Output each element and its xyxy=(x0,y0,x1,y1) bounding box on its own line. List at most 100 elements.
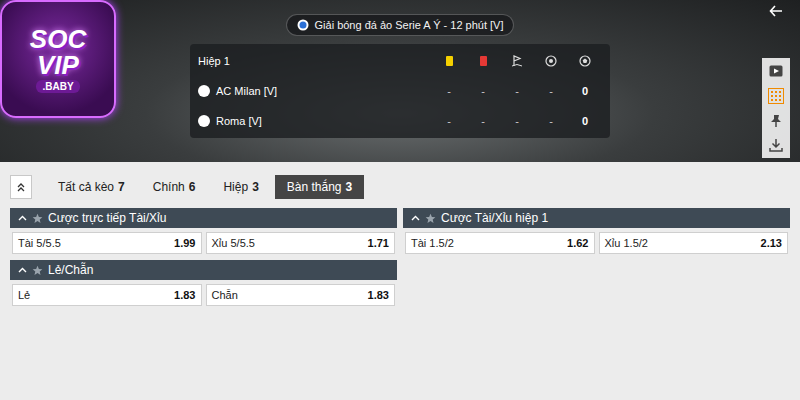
market-header[interactable]: Cược trực tiếp Tài/Xỉu xyxy=(10,208,397,228)
team-stat: - xyxy=(500,115,534,127)
pin-icon[interactable] xyxy=(769,114,783,128)
market-tab[interactable]: Hiệp 3 xyxy=(211,175,270,199)
logo-text: VIP xyxy=(37,52,79,78)
market-header[interactable]: Lẻ/Chẵn xyxy=(10,260,397,280)
market: Cược Tài/Xỉu hiệp 1 Tài 1.5/2 1.62 Xỉu 1.5/… xyxy=(403,208,790,254)
chevron-icon[interactable] xyxy=(18,214,27,223)
logo-badge: .BABY xyxy=(36,80,79,93)
market-tab[interactable]: Chính 6 xyxy=(141,175,208,199)
odds-price: 1.83 xyxy=(174,289,195,301)
market-title: Lẻ/Chẵn xyxy=(48,263,93,277)
tool-panel xyxy=(762,58,790,158)
league-icon xyxy=(297,19,309,31)
star-icon[interactable] xyxy=(425,213,436,224)
stat-column xyxy=(500,55,534,67)
odds-label: Tài 1.5/2 xyxy=(411,237,454,249)
team-dot xyxy=(198,85,210,97)
odds-row: Tài 1.5/2 1.62 Xỉu 1.5/2 2.13 xyxy=(403,228,790,254)
team-name: Roma [V] xyxy=(198,115,432,127)
back-arrow-icon[interactable] xyxy=(769,4,783,18)
star-icon[interactable] xyxy=(32,213,43,224)
market-tab[interactable]: Tất cả kèo7 xyxy=(46,175,137,199)
team-stat: - xyxy=(466,115,500,127)
team-stat: - xyxy=(534,115,568,127)
odds-button[interactable]: Chẵn 1.83 xyxy=(206,284,396,306)
stat-column xyxy=(432,56,466,66)
tab-label: Tất cả kèo xyxy=(58,180,114,194)
tab-count: 6 xyxy=(189,180,196,194)
team-stat: - xyxy=(466,85,500,97)
logo-text: SOC xyxy=(30,26,86,52)
market-title: Cược trực tiếp Tài/Xỉu xyxy=(48,211,166,225)
odds-price: 1.62 xyxy=(567,237,588,249)
odds-row: Tài 5/5.5 1.99 Xỉu 5/5.5 1.71 xyxy=(10,228,397,254)
tab-count: 3 xyxy=(346,180,353,194)
logo[interactable]: SOCVIP .BABY xyxy=(0,0,116,118)
star-icon[interactable] xyxy=(32,265,43,276)
collapse-button[interactable] xyxy=(10,175,32,199)
odds-row: Lẻ 1.83 Chẵn 1.83 xyxy=(10,280,397,306)
betting-area: Tất cả kèo7 Chính 6 Hiệp 3 Bàn thắng 3 Cược trự… xyxy=(0,162,800,400)
team-row: Roma [V]----0 xyxy=(198,106,602,136)
odds-price: 1.99 xyxy=(174,237,195,249)
market-title: Cược Tài/Xỉu hiệp 1 xyxy=(441,211,548,225)
odds-label: Lẻ xyxy=(18,289,30,301)
market-column: Cược Tài/Xỉu hiệp 1 Tài 1.5/2 1.62 Xỉu 1.5/… xyxy=(403,208,790,306)
download-icon[interactable] xyxy=(769,138,783,152)
team-stat: - xyxy=(500,85,534,97)
market: Lẻ/Chẵn Lẻ 1.83 Chẵn 1.83 xyxy=(10,260,397,306)
penalty-icon xyxy=(545,55,557,67)
page: SOCVIP .BABY Giải bóng đá ảo Serie A Ý - 1… xyxy=(0,0,800,400)
red-card-icon xyxy=(480,56,487,66)
yellow-card-icon xyxy=(446,56,453,66)
chevron-icon[interactable] xyxy=(18,266,27,275)
double-chevron-up-icon xyxy=(16,182,26,192)
tab-label: Bàn thắng xyxy=(287,180,342,194)
odds-price: 1.83 xyxy=(368,289,389,301)
market-tabs: Tất cả kèo7 Chính 6 Hiệp 3 Bàn thắng 3 xyxy=(10,175,790,199)
odds-label: Xỉu 5/5.5 xyxy=(212,237,255,249)
stats-grid-icon[interactable] xyxy=(768,88,784,104)
scoreboard-header: Hiệp 1 xyxy=(198,46,602,76)
odds-price: 2.13 xyxy=(761,237,782,249)
odds-button[interactable]: Tài 1.5/2 1.62 xyxy=(405,232,595,254)
side-toolbar xyxy=(762,0,790,158)
market-column: Cược trực tiếp Tài/Xỉu Tài 5/5.5 1.99 Xỉu 5… xyxy=(10,208,397,306)
odds-button[interactable]: Xỉu 5/5.5 1.71 xyxy=(206,232,396,254)
ball-icon xyxy=(579,55,591,67)
team-stat: - xyxy=(432,85,466,97)
match-header: SOCVIP .BABY Giải bóng đá ảo Serie A Ý - 1… xyxy=(0,0,800,162)
match-title-text: Giải bóng đá ảo Serie A Ý - 12 phút [V] xyxy=(315,19,504,31)
tab-label: Chính xyxy=(153,180,185,194)
team-dot xyxy=(198,115,210,127)
odds-label: Chẵn xyxy=(212,289,238,301)
market-columns: Cược trực tiếp Tài/Xỉu Tài 5/5.5 1.99 Xỉu 5… xyxy=(10,208,790,306)
odds-button[interactable]: Tài 5/5.5 1.99 xyxy=(12,232,202,254)
chevron-icon[interactable] xyxy=(411,214,420,223)
market: Cược trực tiếp Tài/Xỉu Tài 5/5.5 1.99 Xỉu 5… xyxy=(10,208,397,254)
period-label: Hiệp 1 xyxy=(198,55,432,67)
team-row: AC Milan [V]----0 xyxy=(198,76,602,106)
market-header[interactable]: Cược Tài/Xỉu hiệp 1 xyxy=(403,208,790,228)
corner-flag-icon xyxy=(511,55,523,67)
stat-column xyxy=(534,55,568,67)
tab-count: 3 xyxy=(252,180,259,194)
odds-button[interactable]: Xỉu 1.5/2 2.13 xyxy=(599,232,789,254)
team-stat: - xyxy=(534,85,568,97)
team-stat: 0 xyxy=(568,85,602,97)
stat-column xyxy=(568,55,602,67)
play-video-icon[interactable] xyxy=(769,64,783,78)
stat-column xyxy=(466,56,500,66)
team-stat: - xyxy=(432,115,466,127)
market-tab[interactable]: Bàn thắng 3 xyxy=(275,175,364,199)
odds-price: 1.71 xyxy=(368,237,389,249)
match-title: Giải bóng đá ảo Serie A Ý - 12 phút [V] xyxy=(286,14,515,36)
odds-label: Tài 5/5.5 xyxy=(18,237,61,249)
scoreboard: Hiệp 1AC Milan [V]----0Roma [V]----0 xyxy=(190,44,610,138)
team-stat: 0 xyxy=(568,115,602,127)
team-name: AC Milan [V] xyxy=(198,85,432,97)
tab-label: Hiệp xyxy=(223,180,248,194)
odds-label: Xỉu 1.5/2 xyxy=(605,237,648,249)
match-info: Giải bóng đá ảo Serie A Ý - 12 phút [V] H… xyxy=(190,0,610,138)
odds-button[interactable]: Lẻ 1.83 xyxy=(12,284,202,306)
